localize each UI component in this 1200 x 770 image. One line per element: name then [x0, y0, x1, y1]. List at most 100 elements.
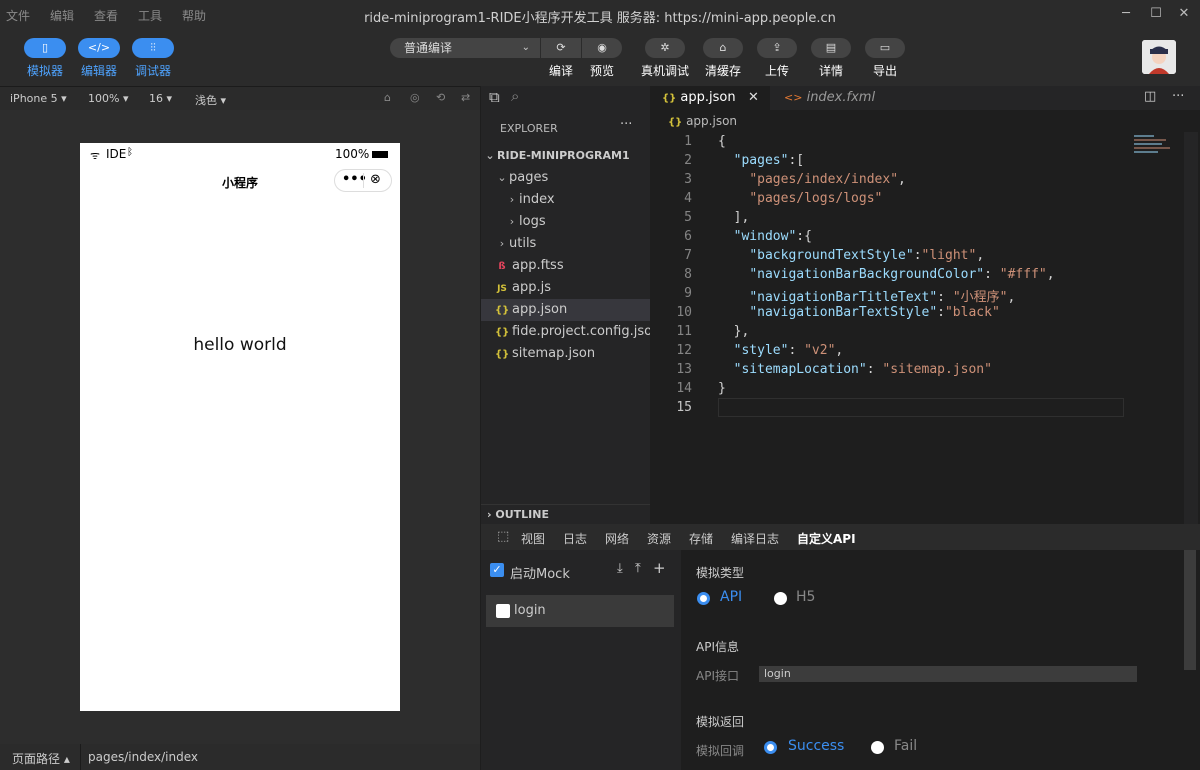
upload-label: 上传	[764, 64, 789, 78]
refresh-icon: ⟳	[556, 41, 566, 54]
file-app-js[interactable]: JS app.js	[481, 277, 650, 299]
tab-custom-api[interactable]: 自定义API	[797, 530, 856, 547]
maximize-icon[interactable]: ☐	[1146, 6, 1166, 21]
code-line: "navigationBarBackgroundColor": "#fff",	[749, 267, 1055, 282]
code-line: "style": "v2",	[733, 343, 844, 358]
more-actions-icon[interactable]: ···	[1172, 89, 1184, 104]
folder-index[interactable]: › index	[481, 189, 650, 211]
close-tab-icon[interactable]: ✕	[748, 86, 759, 110]
radio-success[interactable]	[764, 741, 777, 754]
zoom-select[interactable]: 100% ▾	[88, 92, 128, 105]
page-path-toggle[interactable]: 页面路径 ▴	[12, 750, 70, 767]
capsule-menu[interactable]: ••• ⊗	[334, 169, 392, 192]
footer-divider	[80, 744, 81, 770]
device-select[interactable]: iPhone 5 ▾	[10, 92, 67, 105]
avatar[interactable]	[1142, 40, 1176, 74]
tab-view[interactable]: 视图	[521, 530, 545, 547]
tab-storage[interactable]: 存储	[689, 530, 713, 547]
theme-select[interactable]: 浅色 ▾	[195, 92, 226, 108]
preview-label: 预览	[589, 64, 614, 78]
file-app-ftss[interactable]: ß app.ftss	[481, 255, 650, 277]
outline-section[interactable]: › OUTLINE	[481, 504, 650, 524]
code-editor[interactable]: 1 2 3 4 5 6 7 8 9 10 11 12 13 14 15 { "p…	[650, 132, 1200, 524]
compile-button[interactable]: ⟳	[541, 38, 581, 58]
battery-icon	[372, 151, 388, 158]
preview-button[interactable]: ◉	[582, 38, 622, 58]
radio-h5[interactable]	[774, 592, 787, 605]
clear-cache-button[interactable]: ⌂	[703, 38, 743, 58]
tab-network[interactable]: 网络	[605, 530, 629, 547]
mock-item-login[interactable]: login	[486, 595, 674, 627]
export-button[interactable]: ▭	[865, 38, 905, 58]
debugger-mode-button[interactable]: ⫶⫶	[132, 38, 174, 58]
bug-icon: ✲	[660, 41, 670, 54]
radio-fail-label: Fail	[894, 738, 918, 754]
more-actions-icon[interactable]: ···	[620, 117, 632, 132]
code-line: ],	[718, 210, 750, 225]
tab-log[interactable]: 日志	[563, 530, 587, 547]
line-number: 14	[676, 381, 692, 396]
line-number: 5	[684, 210, 692, 225]
mock-item-checkbox[interactable]	[496, 604, 510, 618]
callback-label: 模拟回调	[696, 744, 745, 758]
upload-icon[interactable]: ⤒	[635, 561, 641, 576]
simulator-mode-button[interactable]: ▯	[24, 38, 66, 58]
location-icon[interactable]: ◎	[410, 91, 420, 104]
download-icon[interactable]: ⤓	[617, 561, 623, 576]
close-circle-icon[interactable]: ⊗	[370, 172, 381, 187]
breadcrumb-file[interactable]: app.json	[686, 114, 737, 128]
mock-checkbox[interactable]: ✓	[490, 563, 504, 577]
files-icon[interactable]: ⧉	[489, 88, 500, 106]
add-icon[interactable]: +	[653, 559, 666, 577]
tab-compile-log[interactable]: 编译日志	[731, 530, 779, 547]
eye-icon: ◉	[597, 41, 607, 54]
line-number: 7	[684, 248, 692, 263]
phone-screen[interactable]: ᯤ IDE ᛒ 100% 小程序 ••• ⊗ hello world	[80, 143, 400, 711]
code-line: "navigationBarTitleText": "小程序",	[749, 290, 1016, 305]
font-size-select[interactable]: 16 ▾	[149, 92, 172, 105]
compile-mode-select[interactable]: 普通编译 ⌄	[390, 38, 540, 58]
page-path: pages/index/index	[88, 750, 198, 764]
breadcrumb: {} app.json	[650, 110, 1200, 132]
scrollbar[interactable]	[1184, 550, 1196, 670]
export-label: 导出	[872, 64, 897, 78]
remote-debug-button[interactable]: ✲	[645, 38, 685, 58]
search-icon[interactable]: ⌕	[511, 87, 519, 105]
scrollbar[interactable]	[1184, 132, 1198, 524]
toolbar: ▯ 模拟器 </> 编辑器 ⫶⫶ 调试器 普通编译 ⌄ ⟳ ◉ 编译 预览 ✲ …	[0, 30, 1200, 86]
tab-resources[interactable]: 资源	[647, 530, 671, 547]
home-icon[interactable]: ⌂	[384, 91, 391, 104]
upload-button[interactable]: ⇪	[757, 38, 797, 58]
sliders-icon: ⫶⫶	[150, 41, 156, 54]
inspect-icon[interactable]: ⬚	[497, 529, 509, 544]
file-sitemap-json[interactable]: {} sitemap.json	[481, 343, 650, 365]
swap-icon[interactable]: ⇄	[461, 91, 470, 104]
details-button[interactable]: ▤	[811, 38, 851, 58]
file-project-config[interactable]: {} fide.project.config.json	[481, 321, 660, 343]
radio-api[interactable]	[697, 592, 710, 605]
project-root[interactable]: ⌄ RIDE-MINIPROGRAM1	[481, 145, 650, 167]
tab-index-fxml[interactable]: <> index.fxml	[772, 86, 892, 110]
api-field-label: API接口	[696, 669, 739, 683]
json-file-icon: {}	[668, 117, 683, 128]
folder-utils[interactable]: › utils	[481, 233, 650, 255]
folder-pages[interactable]: ⌄ pages	[481, 167, 650, 189]
split-editor-icon[interactable]: ◫	[1144, 89, 1156, 104]
line-number: 13	[676, 362, 692, 377]
editor-mode-button[interactable]: </>	[78, 38, 120, 58]
folder-logs[interactable]: › logs	[481, 211, 650, 233]
line-number: 2	[684, 153, 692, 168]
line-number: 9	[684, 286, 692, 301]
file-app-json[interactable]: {} app.json	[481, 299, 650, 321]
devtools-tabbar: ⬚ 视图 日志 网络 资源 存储 编译日志 自定义API	[481, 524, 1200, 550]
radio-api-label: API	[720, 589, 743, 605]
line-number: 6	[684, 229, 692, 244]
rotate-icon[interactable]: ⟲	[436, 91, 445, 104]
minimap[interactable]	[1134, 132, 1174, 160]
sim-return-title: 模拟返回	[696, 715, 745, 729]
tab-app-json[interactable]: {} app.json ✕	[650, 86, 770, 110]
close-icon[interactable]: ✕	[1174, 6, 1194, 21]
radio-fail[interactable]	[871, 741, 884, 754]
api-field-input[interactable]: login	[759, 666, 1137, 682]
minimize-icon[interactable]: ─	[1116, 6, 1136, 21]
